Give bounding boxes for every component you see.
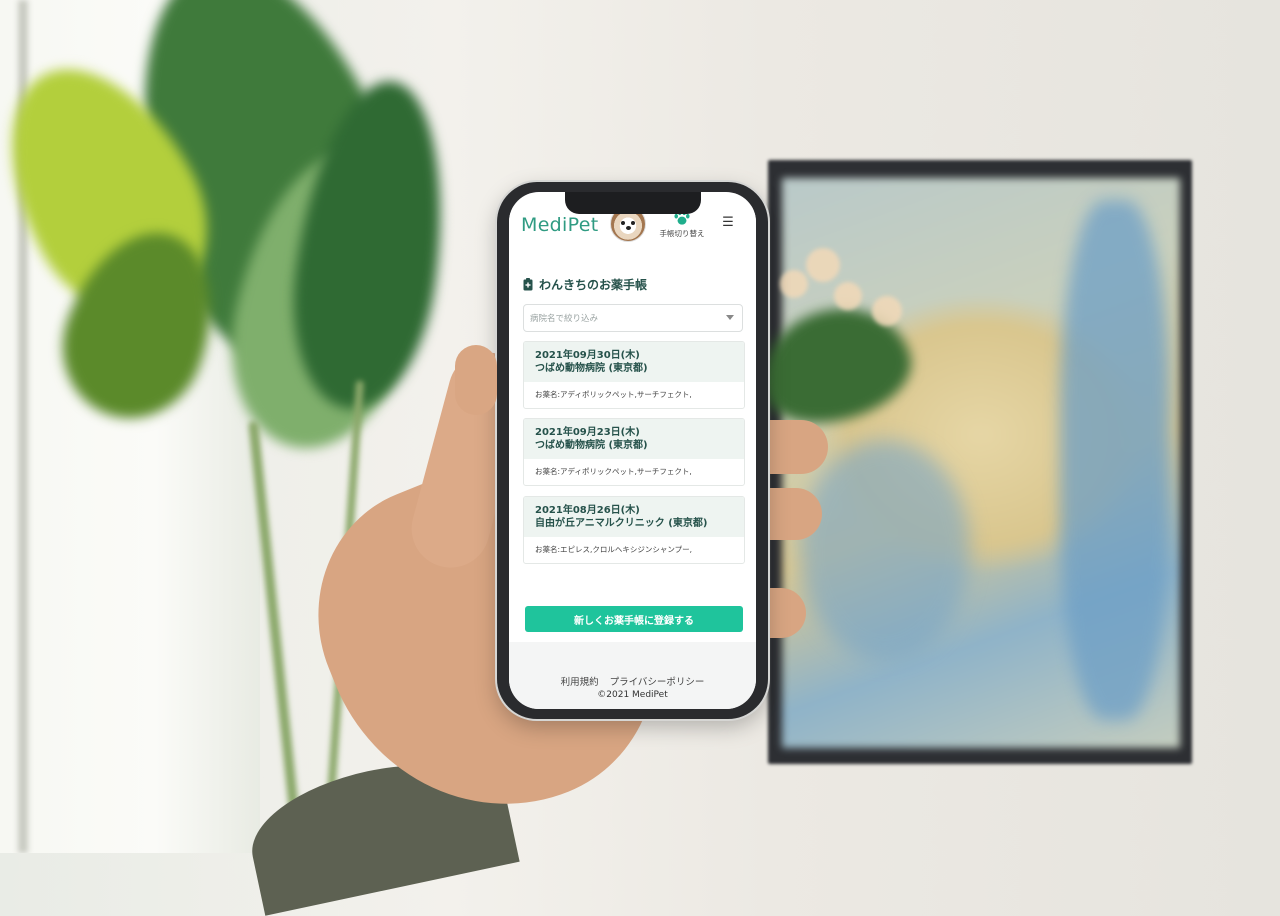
bokeh-light (780, 270, 808, 298)
register-record-button[interactable]: 新しくお薬手帳に登録する (525, 606, 743, 632)
wall-map-water (1060, 200, 1170, 720)
clinic-filter-select[interactable]: 病院名で絞り込み (523, 304, 743, 332)
record-medicines: お薬名:アディポリックペット,サーチフェクト, (535, 390, 692, 399)
privacy-link[interactable]: プライバシーポリシー (610, 677, 705, 688)
record-card-header: 2021年08月26日(木) 自由が丘アニマルクリニック (東京都) (524, 497, 744, 537)
record-clinic: 自由が丘アニマルクリニック (東京都) (535, 518, 708, 529)
bokeh-light (872, 296, 902, 326)
page-title: わんきちのお薬手帳 (523, 276, 647, 293)
bokeh-light (806, 248, 840, 282)
bokeh-light (834, 282, 862, 310)
avatar-eye (621, 221, 625, 225)
main-content: わんきちのお薬手帳 病院名で絞り込み 2021年09月30日(木) つばめ動物病… (509, 262, 756, 642)
phone-notch (565, 192, 701, 214)
hamburger-menu-icon[interactable]: ☰ (721, 216, 735, 230)
app-header: MediPet 手帳切り替え ☰ (509, 206, 756, 263)
phone-screen: MediPet 手帳切り替え ☰ わんきちのお薬手帳 病院名で絞り込み 2021… (509, 192, 756, 709)
smartphone: MediPet 手帳切り替え ☰ わんきちのお薬手帳 病院名で絞り込み 2021… (497, 182, 768, 719)
wall-map-water (800, 440, 970, 660)
avatar-eye (631, 221, 635, 225)
record-card[interactable]: 2021年08月26日(木) 自由が丘アニマルクリニック (東京都) お薬名:エ… (523, 496, 745, 564)
record-medicines: お薬名:エピレス,クロルヘキシジンシャンプー, (535, 545, 693, 554)
notebook-switch-button[interactable]: 手帳切り替え (657, 210, 707, 244)
chevron-down-icon (726, 315, 734, 320)
clipboard-plus-icon (523, 278, 533, 291)
record-date: 2021年08月26日(木) (535, 505, 640, 516)
record-date: 2021年09月30日(木) (535, 350, 640, 361)
record-clinic: つばめ動物病院 (東京都) (535, 363, 648, 374)
notebook-switch-label: 手帳切り替え (659, 229, 705, 238)
page-title-text: わんきちのお薬手帳 (539, 278, 648, 292)
avatar-nose (626, 226, 631, 230)
app-logo[interactable]: MediPet (521, 214, 598, 236)
plant-stem (323, 380, 365, 840)
record-card-header: 2021年09月23日(木) つばめ動物病院 (東京都) (524, 419, 744, 459)
record-clinic: つばめ動物病院 (東京都) (535, 440, 648, 451)
footer-links: 利用規約 プライバシーポリシー (509, 674, 756, 688)
footer: 利用規約 プライバシーポリシー ©2021 MediPet (509, 642, 756, 709)
record-card[interactable]: 2021年09月30日(木) つばめ動物病院 (東京都) お薬名:アディポリック… (523, 341, 745, 409)
record-medicines: お薬名:アディポリックペット,サーチフェクト, (535, 467, 692, 476)
record-card[interactable]: 2021年09月23日(木) つばめ動物病院 (東京都) お薬名:アディポリック… (523, 418, 745, 486)
copyright-text: ©2021 MediPet (597, 690, 668, 700)
record-date: 2021年09月23日(木) (535, 427, 640, 438)
terms-link[interactable]: 利用規約 (561, 677, 599, 688)
record-card-header: 2021年09月30日(木) つばめ動物病院 (東京都) (524, 342, 744, 382)
clinic-filter-placeholder: 病院名で絞り込み (530, 314, 599, 324)
thumb-tip (455, 345, 497, 415)
